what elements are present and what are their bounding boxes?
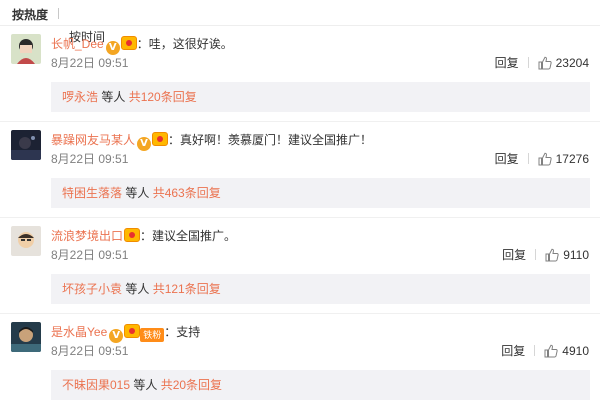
action-divider	[534, 345, 536, 356]
verified-v-icon[interactable]: V	[109, 329, 124, 343]
comment-colon: ：	[140, 229, 153, 243]
thumbs-up-icon[interactable]	[545, 248, 559, 262]
comment-line: 是水晶Yee V 铁粉 ：支持	[51, 324, 201, 343]
fan-badge-icon[interactable]	[124, 324, 141, 338]
comment-line: 长帆_Dee V ：哇，这很好诶。	[51, 36, 233, 55]
reply-summary-text: 等人	[122, 186, 153, 200]
reply-user-link[interactable]: 特困生落落	[62, 186, 122, 200]
sort-divider	[58, 8, 59, 19]
username-link[interactable]: 长帆_Dee	[51, 37, 104, 51]
comment-text: 哇，这很好诶。	[148, 37, 233, 51]
reply-button[interactable]: 回复	[502, 248, 526, 262]
reply-button[interactable]: 回复	[501, 344, 525, 358]
action-divider	[527, 57, 529, 68]
reply-summary-text: 等人	[98, 90, 129, 104]
sort-by-hot-tab[interactable]: 按热度	[12, 6, 48, 23]
action-divider	[535, 249, 537, 260]
comment-colon: ：	[136, 37, 149, 51]
reply-button[interactable]: 回复	[495, 152, 519, 166]
comment-item: 长帆_Dee V ：哇，这很好诶。 8月22日 09:51 回复 23204 啰永浩 …	[0, 26, 600, 122]
comment-actions: 回复 4910	[501, 344, 589, 358]
reply-total-link[interactable]: 共463条回复	[153, 186, 221, 200]
reply-summary: 不昧因果015 等人 共20条回复	[62, 378, 222, 392]
comment-line: 暴躁网友马某人 V ：真好啊！羡慕厦门！建议全国推广！	[51, 132, 373, 151]
reply-total-link[interactable]: 共20条回复	[161, 378, 222, 392]
username-link[interactable]: 流浪梦境出口	[51, 229, 123, 243]
comment-actions: 回复 9110	[502, 248, 589, 262]
reply-summary: 啰永浩 等人 共120条回复	[62, 90, 197, 104]
action-divider	[527, 153, 529, 164]
comment-time: 8月22日 09:51	[51, 248, 129, 262]
verified-v-icon[interactable]: V	[137, 137, 152, 151]
like-count[interactable]: 17276	[556, 152, 589, 166]
thumbs-up-icon[interactable]	[544, 344, 558, 358]
comment-text: 建议全国推广。	[152, 229, 237, 243]
reply-user-link[interactable]: 啰永浩	[62, 90, 98, 104]
fan-badge-icon[interactable]	[120, 36, 137, 50]
reply-summary: 特困生落落 等人 共463条回复	[62, 186, 221, 200]
reply-total-link[interactable]: 共121条回复	[153, 282, 221, 296]
tiefen-badge-icon[interactable]: 铁粉	[140, 328, 165, 342]
username-link[interactable]: 是水晶Yee	[51, 325, 107, 339]
thumbs-up-icon[interactable]	[538, 56, 552, 70]
reply-summary-text: 等人	[130, 378, 161, 392]
thumbs-up-icon[interactable]	[538, 152, 552, 166]
reply-user-link[interactable]: 坏孩子小袁	[62, 282, 122, 296]
comment-colon: ：	[168, 133, 181, 147]
like-count[interactable]: 9110	[563, 248, 589, 262]
avatar[interactable]	[11, 130, 41, 160]
comment-text: 真好啊！羡慕厦门！建议全国推广！	[180, 133, 373, 147]
fan-badge-icon[interactable]	[124, 228, 141, 242]
comment-colon: ：	[164, 325, 177, 339]
comment-actions: 回复 17276	[495, 152, 589, 166]
reply-button[interactable]: 回复	[495, 56, 519, 70]
reply-user-link[interactable]: 不昧因果015	[62, 378, 130, 392]
reply-summary-box[interactable]: 不昧因果015 等人 共20条回复	[51, 370, 590, 400]
fan-badge-icon[interactable]	[152, 132, 169, 146]
comment-actions: 回复 23204	[495, 56, 589, 70]
reply-summary: 坏孩子小袁 等人 共121条回复	[62, 282, 221, 296]
avatar[interactable]	[11, 226, 41, 256]
like-count[interactable]: 4910	[562, 344, 589, 358]
avatar[interactable]	[11, 34, 41, 64]
comment-line: 流浪梦境出口 ：建议全国推广。	[51, 228, 236, 244]
comment-item: 暴躁网友马某人 V ：真好啊！羡慕厦门！建议全国推广！ 8月22日 09:51 回复…	[0, 122, 600, 218]
comment-item: 流浪梦境出口 ：建议全国推广。 8月22日 09:51 回复 9110 坏孩子小袁 …	[0, 218, 600, 314]
comment-text: 支持	[176, 325, 201, 339]
comment-time: 8月22日 09:51	[51, 56, 129, 70]
comment-item: 是水晶Yee V 铁粉 ：支持 8月22日 09:51 回复 4910 不昧因果015 …	[0, 314, 600, 410]
reply-total-link[interactable]: 共120条回复	[129, 90, 197, 104]
avatar[interactable]	[11, 322, 41, 352]
like-count[interactable]: 23204	[556, 56, 589, 70]
verified-v-icon[interactable]: V	[105, 41, 120, 55]
reply-summary-box[interactable]: 特困生落落 等人 共463条回复	[51, 178, 590, 208]
reply-summary-box[interactable]: 坏孩子小袁 等人 共121条回复	[51, 274, 590, 304]
sort-bar: 按热度 按时间	[0, 0, 600, 44]
reply-summary-box[interactable]: 啰永浩 等人 共120条回复	[51, 82, 590, 112]
username-link[interactable]: 暴躁网友马某人	[51, 133, 135, 147]
comment-time: 8月22日 09:51	[51, 152, 129, 166]
reply-summary-text: 等人	[122, 282, 153, 296]
comment-time: 8月22日 09:51	[51, 344, 129, 358]
